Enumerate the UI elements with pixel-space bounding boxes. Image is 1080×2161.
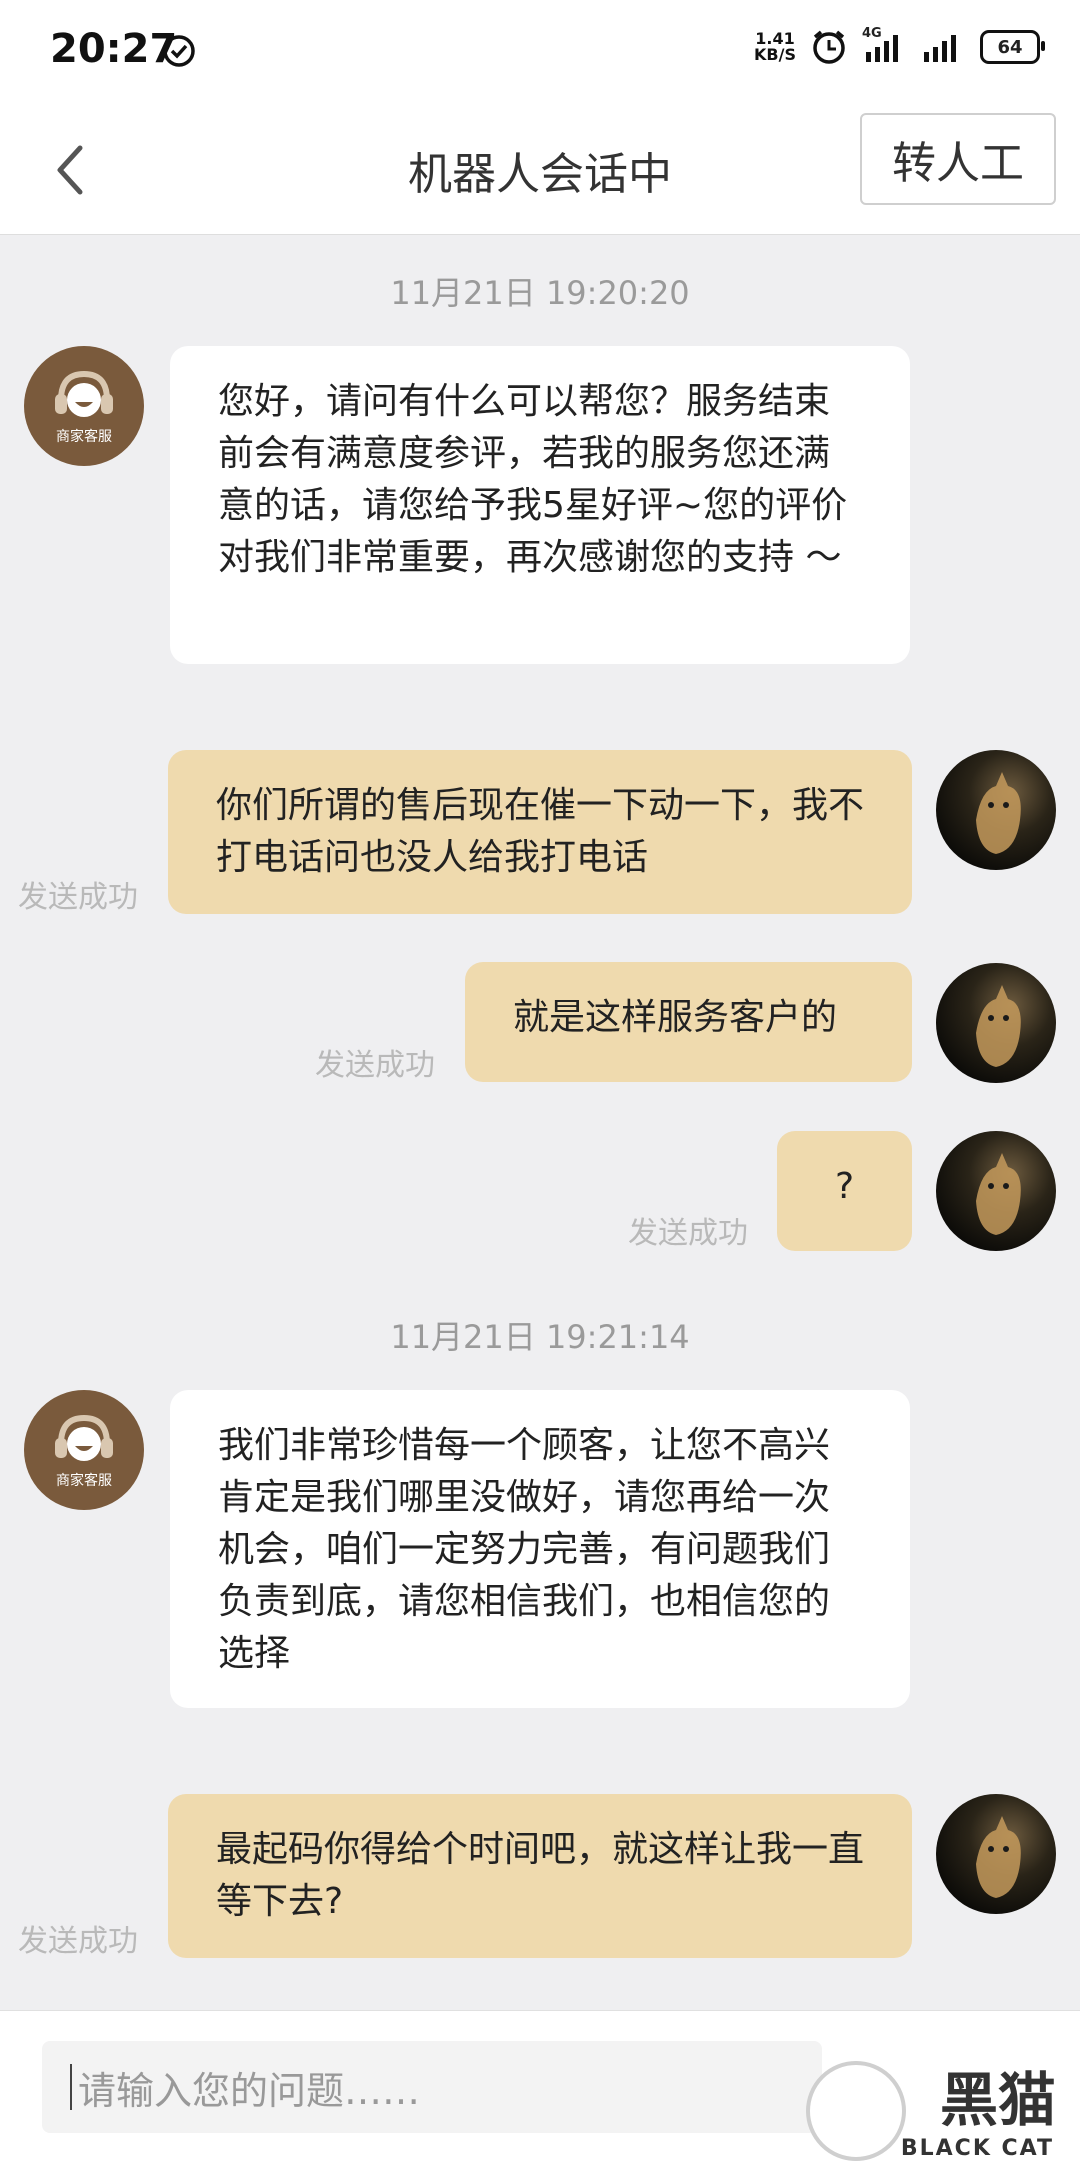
battery-icon: 64 <box>980 30 1045 64</box>
cat-photo-icon <box>976 772 1021 854</box>
status-time: 20:27 <box>50 26 178 72</box>
status-bar: 20:27 1.41 KB/S 4G 64 <box>0 0 1080 104</box>
user-avatar <box>936 1794 1056 1914</box>
agent-avatar: 商家客服 <box>24 346 144 466</box>
user-avatar <box>936 963 1056 1083</box>
chat-header: 机器人会话中 转人工 <box>0 104 1080 235</box>
cat-photo-icon <box>976 985 1021 1067</box>
watermark-text: 黑猫 <box>939 2066 1056 2134</box>
cat-photo-icon <box>976 1153 1021 1235</box>
watermark-logo: 黑猫 BLACK CAT <box>806 2051 1066 2161</box>
message-bubble-incoming: 我们非常珍惜每一个顾客，让您不高兴肯定是我们哪里没做好，请您再给一次机会，咱们一… <box>170 1390 910 1708</box>
message-timestamp: 11月21日 19:20:20 <box>390 274 690 312</box>
alarm-icon <box>813 30 845 64</box>
message-bubble-outgoing: ? <box>777 1131 912 1251</box>
send-status: 发送成功 <box>315 1048 435 1083</box>
message-bubble-outgoing: 你们所谓的售后现在催一下动一下，我不打电话问也没人给我打电话 <box>168 750 912 914</box>
signal-4g-icon: 4G <box>862 26 908 64</box>
agent-avatar-label: 商家客服 <box>56 1473 112 1489</box>
watermark-subtext: BLACK CAT <box>900 2136 1054 2161</box>
signal-icon <box>924 35 956 62</box>
cat-photo-icon <box>976 1816 1021 1898</box>
input-bar: 请输入您的问题…… 黑猫 BLACK CAT <box>0 2010 1080 2161</box>
cat-logo-icon <box>806 2061 906 2161</box>
send-status: 发送成功 <box>18 1924 138 1959</box>
check-circle-icon <box>163 35 195 67</box>
agent-avatar-label: 商家客服 <box>56 429 112 445</box>
transfer-to-human-button[interactable]: 转人工 <box>860 113 1056 205</box>
headset-icon <box>55 1414 113 1461</box>
headset-icon <box>55 370 113 417</box>
send-status: 发送成功 <box>18 880 138 915</box>
network-speed: 1.41 KB/S <box>754 29 796 64</box>
text-caret <box>70 2064 72 2110</box>
user-avatar <box>936 1131 1056 1251</box>
message-bubble-outgoing: 就是这样服务客户的 <box>465 962 912 1082</box>
message-bubble-outgoing: 最起码你得给个时间吧，就这样让我一直等下去? <box>168 1794 912 1958</box>
input-placeholder: 请输入您的问题…… <box>78 2068 421 2113</box>
message-bubble-incoming: 您好，请问有什么可以帮您？服务结束前会有满意度参评，若我的服务您还满意的话，请您… <box>170 346 910 664</box>
user-avatar <box>936 750 1056 870</box>
message-timestamp: 11月21日 19:21:14 <box>390 1318 690 1356</box>
message-input[interactable]: 请输入您的问题…… <box>42 2041 822 2133</box>
agent-avatar: 商家客服 <box>24 1390 144 1510</box>
send-status: 发送成功 <box>628 1216 748 1251</box>
